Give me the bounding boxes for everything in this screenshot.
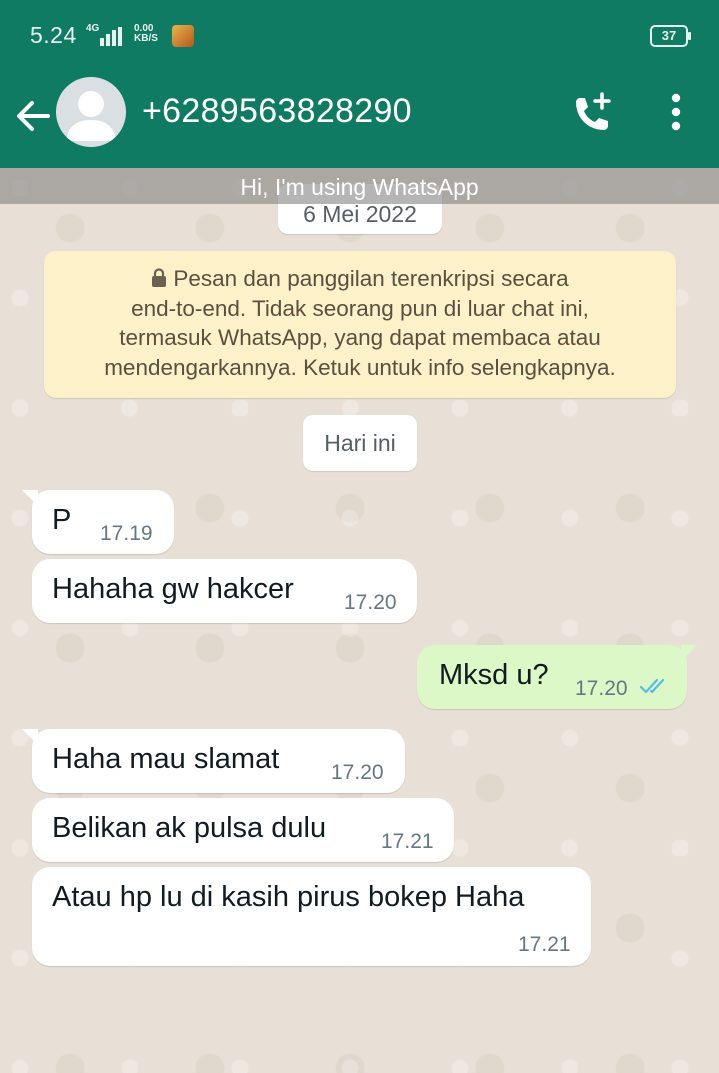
message-time: 17.19 (100, 522, 153, 545)
message-bubble[interactable]: Atau hp lu di kasih pirus bokep Haha 17.… (32, 867, 591, 966)
encryption-notice-line: end-to-end. Tidak seorang pun di luar ch… (131, 295, 589, 321)
message-text: Belikan ak pulsa dulu (52, 812, 327, 844)
back-arrow-icon (17, 101, 50, 131)
default-avatar-icon (66, 91, 116, 141)
message-time: 17.20 (344, 591, 397, 614)
message-bubble[interactable]: Hahaha gw hakcer 17.20 (32, 559, 417, 623)
message-text: P (52, 504, 72, 536)
status-time: 5.24 (30, 22, 77, 48)
battery-icon: 37 (650, 25, 691, 47)
notification-app-icon (172, 25, 194, 47)
back-button[interactable] (12, 94, 56, 138)
message-bubble[interactable]: Haha mau slamat 17.20 (22, 729, 405, 793)
encryption-notice-line: Pesan dan panggilan terenkripsi secara (44, 264, 676, 294)
message-bubble[interactable]: P 17.19 (22, 490, 174, 554)
message-text: Hahaha gw hakcer (52, 573, 294, 605)
contact-name[interactable]: +6289563828290 (142, 92, 412, 131)
message-time: 17.21 (518, 933, 571, 956)
contact-avatar[interactable] (56, 77, 126, 147)
network-speed-unit: KB/S (134, 33, 158, 44)
battery-level: 37 (661, 28, 677, 43)
chat-header: +6289563828290 (0, 70, 719, 168)
add-call-button[interactable] (566, 90, 616, 140)
more-options-button[interactable] (656, 90, 696, 140)
bubble-tail (22, 490, 38, 506)
status-bar: 5.24 4G 0.00 KB/S 37 (0, 0, 719, 70)
encryption-notice-line: mendengarkannya. Ketuk untuk info seleng… (104, 354, 616, 380)
message-text: Atau hp lu di kasih pirus bokep Haha (52, 881, 525, 913)
message-bubble-outgoing[interactable]: Mksd u? 17.20 (417, 645, 697, 709)
more-vert-icon (671, 93, 681, 131)
message-time: 17.20 (331, 761, 384, 784)
message-text: Mksd u? (439, 659, 549, 691)
bubble-tail (681, 645, 697, 661)
network-speed: 0.00 KB/S (134, 24, 158, 44)
message-bubble[interactable]: Belikan ak pulsa dulu 17.21 (32, 798, 454, 862)
contact-about-banner: Hi, I'm using WhatsApp (0, 168, 719, 204)
encryption-notice[interactable]: Pesan dan panggilan terenkripsi secara e… (44, 251, 676, 398)
message-time: 17.20 (575, 677, 628, 700)
network-type: 4G (86, 23, 100, 34)
add-call-icon (576, 92, 611, 130)
bubble-tail (22, 729, 38, 745)
message-text: Haha mau slamat (52, 743, 280, 775)
encryption-notice-line: termasuk WhatsApp, yang dapat membaca at… (119, 325, 601, 350)
lock-icon (152, 268, 167, 287)
signal-icon (100, 27, 122, 46)
read-receipt-icon (639, 678, 665, 694)
today-chip: Hari ini (303, 415, 417, 471)
message-time: 17.21 (381, 830, 434, 853)
